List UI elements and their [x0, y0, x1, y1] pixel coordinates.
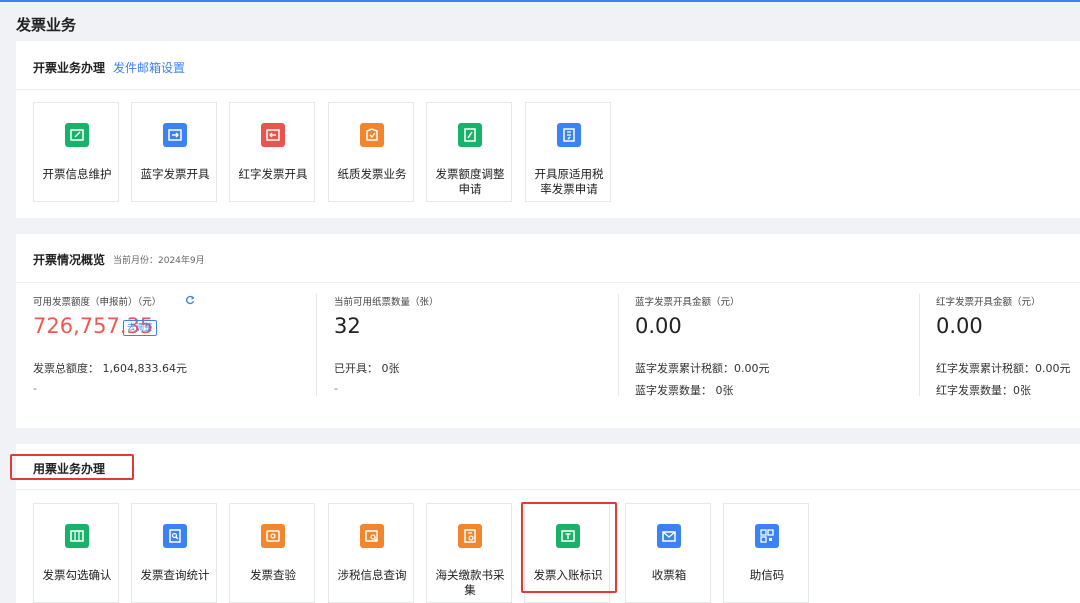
tile-label: 发票额度调整申请: [435, 167, 505, 196]
tile-label: 发票勾选确认: [42, 568, 112, 582]
tile-invoice-info-maintain[interactable]: 开票信息维护: [33, 102, 119, 202]
verify-ticket-icon: [261, 524, 285, 548]
tax-info-search-icon: [360, 524, 384, 548]
tile-invoice-check-confirm[interactable]: 发票勾选确认: [33, 503, 119, 603]
quota-caption: 可用发票额度（申报前）（元）: [33, 297, 162, 308]
tile-blue-invoice-issue[interactable]: 蓝字发票开具: [131, 102, 217, 202]
tile-invoice-query-stats[interactable]: 发票查询统计: [131, 503, 217, 603]
tile-original-tax-rate-apply[interactable]: 开具原适用税率发票申请: [525, 102, 611, 202]
divider: [919, 294, 920, 396]
total-quota-line: 发票总额度： 1,604,833.64元: [33, 362, 187, 375]
top-accent-line: [0, 0, 1080, 2]
tile-red-invoice-issue[interactable]: 红字发票开具: [229, 102, 315, 202]
red-invoice-summary: 红字发票开具金额（元） 0.00 红字发票累计税额：0.00元 红字发票数量：0…: [936, 294, 1076, 404]
tile-paper-invoice[interactable]: 纸质发票业务: [328, 102, 414, 202]
qr-code-icon: [755, 524, 779, 548]
current-month-label: 当前月份：2024年9月: [113, 256, 205, 266]
quota-dash: -: [33, 382, 37, 395]
paper-dash: -: [334, 382, 338, 395]
tile-label: 蓝字发票开具: [140, 167, 210, 181]
quota-adjust-icon: [458, 123, 482, 147]
customs-collect-icon: [458, 524, 482, 548]
quota-summary: 可用发票额度（申报前）（元） 726,757.35 去调整 发票总额度： 1,6…: [33, 294, 293, 404]
paper-caption: 当前可用纸票数量（张）: [334, 297, 439, 308]
mail-icon: [657, 524, 681, 548]
panel-header: 开票情况概览 当前月份：2024年9月: [16, 234, 1080, 283]
overview-title: 开票情况概览: [33, 253, 106, 267]
red-tax-line: 红字发票累计税额：0.00元: [936, 362, 1071, 375]
tile-label: 助信码: [749, 568, 785, 582]
tile-quota-adjust[interactable]: 发票额度调整申请: [426, 102, 512, 202]
tile-label: 收票箱: [651, 568, 687, 582]
tile-customs-collection[interactable]: 海关缴款书采集: [426, 503, 512, 603]
tax-rate-apply-icon: [557, 123, 581, 147]
blue-count-line: 蓝字发票数量： 0张: [635, 384, 734, 397]
tile-tax-info-query[interactable]: 涉税信息查询: [328, 503, 414, 603]
tile-label: 发票查验: [250, 568, 296, 582]
divider: [316, 294, 317, 396]
issued-line: 已开具： 0张: [334, 362, 400, 375]
panel-header: 用票业务办理: [16, 444, 1080, 490]
tile-label: 开具原适用税率发票申请: [534, 167, 604, 196]
tile-label: 开票信息维护: [42, 167, 112, 181]
paper-summary: 当前可用纸票数量（张） 32 已开具： 0张 -: [334, 294, 594, 404]
tile-label: 纸质发票业务: [337, 167, 407, 181]
email-settings-link[interactable]: 发件邮箱设置: [113, 59, 185, 76]
blue-tax-line: 蓝字发票累计税额：0.00元: [635, 362, 770, 375]
invoice-in-icon: [261, 123, 285, 147]
tile-inbox[interactable]: 收票箱: [625, 503, 711, 603]
ticket-edit-icon: [65, 123, 89, 147]
issue-business-panel: 开票业务办理 发件邮箱设置 开票信息维护 蓝字发票开具 红字发票开具 纸质发票业…: [16, 41, 1080, 218]
check-ticket-icon: [65, 524, 89, 548]
refresh-icon[interactable]: [185, 295, 195, 305]
page-title: 发票业务: [16, 16, 77, 34]
red-amount-value: 0.00: [936, 314, 983, 338]
annotation-box: [10, 454, 134, 480]
adjust-button[interactable]: 去调整: [123, 320, 157, 336]
tile-label: 发票查询统计: [140, 568, 210, 582]
red-count-line: 红字发票数量：0张: [936, 384, 1031, 397]
divider: [618, 294, 619, 396]
search-doc-icon: [163, 524, 187, 548]
invoice-out-icon: [163, 123, 187, 147]
tile-label: 红字发票开具: [238, 167, 308, 181]
paper-count-value: 32: [334, 314, 361, 338]
blue-amount-value: 0.00: [635, 314, 682, 338]
annotation-box: [521, 502, 617, 593]
blue-amount-caption: 蓝字发票开具金额（元）: [635, 297, 740, 308]
tile-label: 涉税信息查询: [337, 568, 407, 582]
issue-section-title: 开票业务办理: [33, 61, 106, 75]
blue-invoice-summary: 蓝字发票开具金额（元） 0.00 蓝字发票累计税额：0.00元 蓝字发票数量： …: [635, 294, 895, 404]
tile-invoice-verify[interactable]: 发票查验: [229, 503, 315, 603]
tile-label: 海关缴款书采集: [435, 568, 505, 597]
tile-zhuxin-code[interactable]: 助信码: [723, 503, 809, 603]
overview-panel: 开票情况概览 当前月份：2024年9月 可用发票额度（申报前）（元） 726,7…: [16, 234, 1080, 428]
panel-header: 开票业务办理 发件邮箱设置: [16, 41, 1080, 90]
red-amount-caption: 红字发票开具金额（元）: [936, 297, 1041, 308]
paper-invoice-icon: [360, 123, 384, 147]
